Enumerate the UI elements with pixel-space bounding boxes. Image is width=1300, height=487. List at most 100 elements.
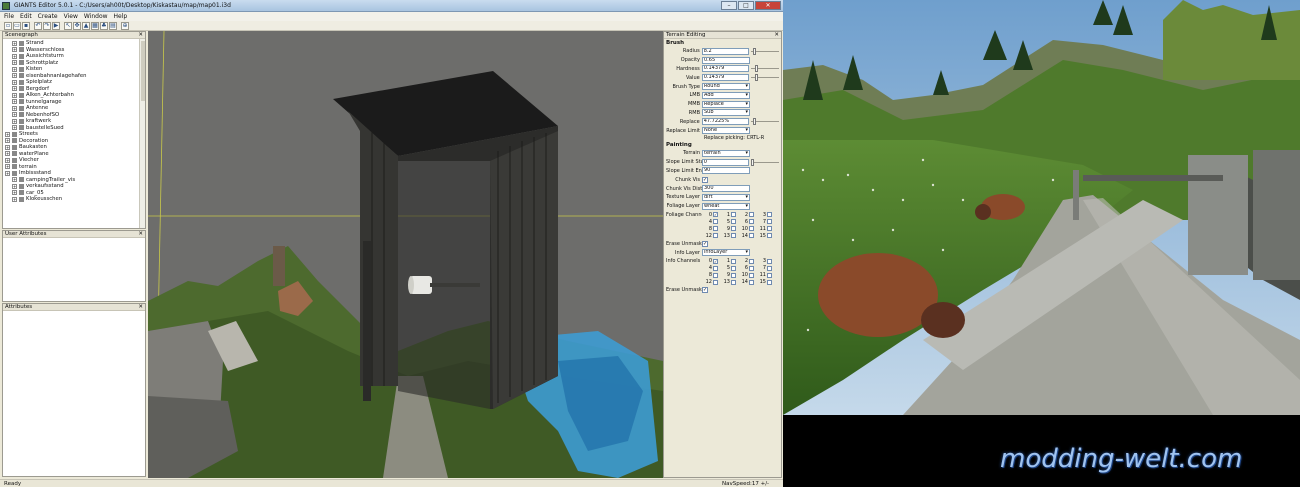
- open-icon[interactable]: ▭: [13, 21, 21, 30]
- slope-start-input[interactable]: 0: [701, 158, 750, 166]
- foliage-channel-checkbox[interactable]: [731, 212, 736, 218]
- foliage-channel-checkbox[interactable]: [713, 226, 718, 232]
- expand-icon[interactable]: +: [5, 144, 10, 150]
- paint-icon[interactable]: ▦: [91, 21, 99, 30]
- value-input[interactable]: 0.14379: [701, 74, 750, 82]
- menu-create[interactable]: Create: [38, 12, 58, 21]
- replace-slider[interactable]: [751, 118, 779, 126]
- close-icon[interactable]: ✕: [138, 231, 143, 238]
- info-channel-checkbox[interactable]: [749, 279, 754, 285]
- terrain-icon[interactable]: ▲: [82, 21, 90, 30]
- foliage-channel-checkbox[interactable]: [749, 219, 754, 225]
- expand-icon[interactable]: +: [12, 183, 17, 189]
- info-channel-checkbox[interactable]: [767, 272, 772, 278]
- expand-icon[interactable]: +: [12, 196, 17, 202]
- erase-unmasked-checkbox-2[interactable]: ✓: [702, 287, 708, 294]
- save-icon[interactable]: ▪: [22, 21, 30, 30]
- expand-icon[interactable]: +: [12, 86, 17, 92]
- info-channel-checkbox[interactable]: [731, 272, 736, 278]
- menu-edit[interactable]: Edit: [20, 12, 32, 21]
- info-channel-checkbox[interactable]: [713, 279, 718, 285]
- info-channel-checkbox[interactable]: [731, 265, 736, 271]
- foliage-channel-checkbox[interactable]: [749, 226, 754, 232]
- foliage-icon[interactable]: ♣: [100, 21, 108, 30]
- close-icon[interactable]: ✕: [774, 32, 779, 39]
- foliage-layer-select[interactable]: wheat: [702, 202, 750, 210]
- slope-end-input[interactable]: 90: [702, 167, 750, 175]
- expand-icon[interactable]: +: [12, 125, 17, 131]
- expand-icon[interactable]: +: [12, 177, 17, 183]
- info-channel-checkbox[interactable]: [713, 272, 718, 278]
- slope-start-slider[interactable]: [751, 158, 779, 166]
- foliage-channel-checkbox[interactable]: [767, 219, 772, 225]
- expand-icon[interactable]: +: [5, 131, 10, 137]
- expand-icon[interactable]: +: [12, 53, 17, 59]
- slider-knob[interactable]: [751, 158, 755, 166]
- replace-limit-select[interactable]: None: [702, 127, 750, 135]
- expand-icon[interactable]: +: [12, 112, 17, 118]
- maximize-button[interactable]: □: [738, 1, 754, 10]
- foliage-channel-checkbox[interactable]: [731, 226, 736, 232]
- redo-icon[interactable]: ↷: [43, 21, 51, 30]
- menu-help[interactable]: Help: [114, 12, 128, 21]
- texture-layer-select[interactable]: dirt: [702, 193, 750, 201]
- info-icon[interactable]: ▤: [109, 21, 117, 30]
- erase-unmasked-checkbox[interactable]: ✓: [702, 240, 708, 247]
- expand-icon[interactable]: +: [12, 190, 17, 196]
- expand-icon[interactable]: +: [5, 170, 10, 176]
- rmb-select[interactable]: Sub: [702, 109, 750, 117]
- info-channel-checkbox[interactable]: [713, 265, 718, 271]
- chunk-vis-checkbox[interactable]: ✓: [702, 176, 708, 183]
- expand-icon[interactable]: +: [12, 92, 17, 98]
- slider-knob[interactable]: [753, 118, 757, 126]
- 3d-viewport[interactable]: [148, 31, 663, 478]
- info-layer-select[interactable]: infoLayer: [702, 249, 750, 257]
- slider-knob[interactable]: [754, 65, 758, 73]
- expand-icon[interactable]: +: [12, 40, 17, 46]
- info-channel-checkbox[interactable]: [767, 279, 772, 285]
- foliage-channel-checkbox[interactable]: [713, 219, 718, 225]
- tree-item[interactable]: + Klokeusschen: [5, 196, 143, 203]
- expand-icon[interactable]: +: [5, 138, 10, 144]
- lmb-select[interactable]: Add: [702, 91, 750, 99]
- menu-view[interactable]: View: [64, 12, 78, 21]
- expand-icon[interactable]: +: [12, 73, 17, 79]
- info-channel-checkbox[interactable]: [749, 258, 754, 264]
- select-icon[interactable]: ↖: [64, 21, 72, 30]
- hardness-input[interactable]: 0.14379: [701, 65, 750, 73]
- foliage-channel-checkbox[interactable]: [767, 212, 772, 218]
- play-icon[interactable]: ▶: [52, 21, 60, 30]
- menu-window[interactable]: Window: [84, 12, 108, 21]
- slider-knob[interactable]: [754, 74, 758, 82]
- move-icon[interactable]: ✥: [73, 21, 81, 30]
- title-bar[interactable]: GIANTS Editor 5.0.1 - C:/Users/ah00t/Des…: [0, 0, 783, 12]
- menu-file[interactable]: File: [4, 12, 14, 21]
- info-channel-checkbox[interactable]: [731, 258, 736, 264]
- close-button[interactable]: ✕: [755, 1, 781, 10]
- close-icon[interactable]: ✕: [138, 304, 143, 311]
- info-channel-checkbox[interactable]: [767, 265, 772, 271]
- undo-icon[interactable]: ↶: [34, 21, 42, 30]
- slider-knob[interactable]: [752, 47, 756, 55]
- mmb-select[interactable]: Replace: [702, 100, 750, 108]
- expand-icon[interactable]: +: [12, 79, 17, 85]
- expand-icon[interactable]: +: [12, 60, 17, 66]
- foliage-channel-checkbox[interactable]: [749, 212, 754, 218]
- expand-icon[interactable]: +: [12, 105, 17, 111]
- opacity-input[interactable]: 0.65: [702, 56, 750, 64]
- zoom-icon[interactable]: ⊕: [121, 21, 129, 30]
- value-slider[interactable]: [751, 74, 779, 82]
- chunk-vis-dist-input[interactable]: 300: [702, 185, 750, 193]
- expand-icon[interactable]: +: [12, 99, 17, 105]
- expand-icon[interactable]: +: [5, 157, 10, 163]
- terrain-select[interactable]: terrain: [702, 149, 750, 157]
- hardness-slider[interactable]: [751, 65, 779, 73]
- expand-icon[interactable]: +: [12, 118, 17, 124]
- new-icon[interactable]: ▫: [4, 21, 12, 30]
- replace-input[interactable]: 47.7225%: [701, 118, 750, 126]
- info-channel-checkbox[interactable]: [749, 265, 754, 271]
- foliage-channel-checkbox[interactable]: [731, 219, 736, 225]
- brush-type-select[interactable]: Round: [702, 83, 750, 91]
- foliage-channel-checkbox[interactable]: ✓: [713, 212, 718, 218]
- minimize-button[interactable]: –: [721, 1, 737, 10]
